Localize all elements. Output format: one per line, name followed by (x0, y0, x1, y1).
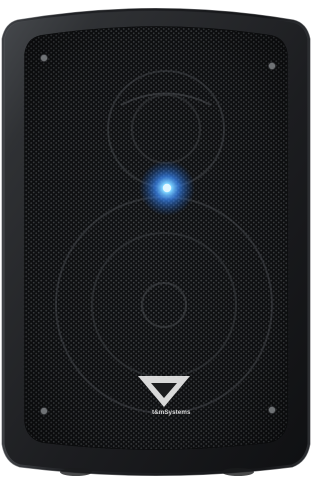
foot-left (60, 468, 92, 476)
brand-label: t&mSystems (152, 409, 191, 416)
speaker-illustration: t&mSystems (0, 0, 312, 483)
speaker-grille: t&mSystems (25, 27, 287, 449)
screw-icon (267, 405, 276, 414)
screw-icon (40, 54, 49, 63)
speaker-photo-stage: t&mSystems (0, 0, 312, 483)
screw-icon (267, 62, 276, 71)
power-led-core (162, 183, 172, 193)
foot-right (222, 468, 254, 476)
screw-icon (40, 406, 49, 415)
